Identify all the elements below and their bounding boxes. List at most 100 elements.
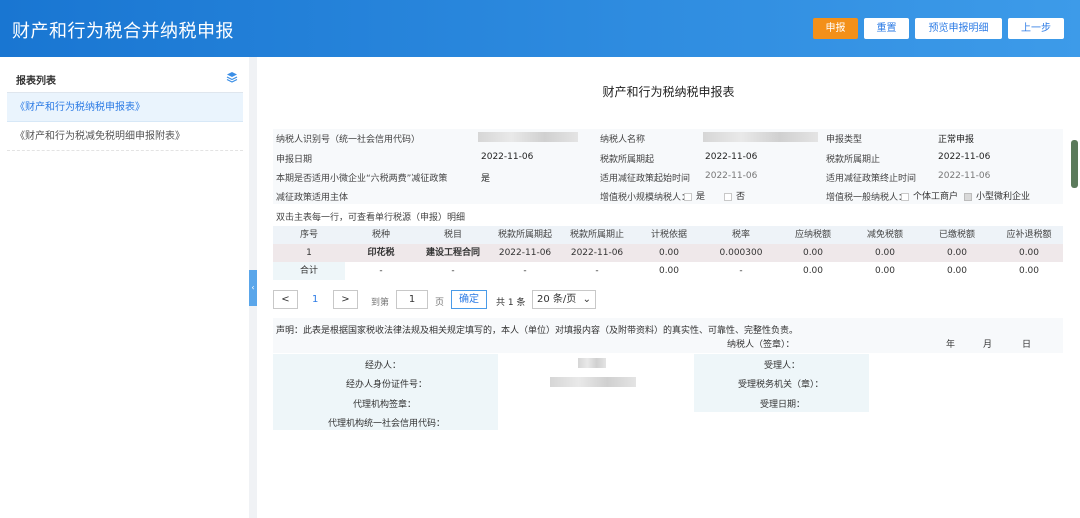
report-date-label: 申报日期 <box>276 155 313 165</box>
policy-start-label: 适用减征政策起始时间 <box>600 174 691 184</box>
small-scale-taxpayer-label: 增值税小规模纳税人： <box>600 193 691 203</box>
individual-business-option[interactable]: 个体工商户 <box>897 189 958 202</box>
small-micro-checkbox[interactable] <box>964 192 972 201</box>
preview-detail-button[interactable]: 预览申报明细 <box>915 18 1002 39</box>
period-end-value: 2022-11-06 <box>938 152 991 162</box>
period-end-label: 税款所属期止 <box>826 155 881 165</box>
declare-button[interactable]: 申报 <box>813 18 858 39</box>
row-cell-6: 0.000300 <box>719 248 763 258</box>
column-header-10: 应补退税额 <box>1006 230 1052 240</box>
agent-id-value <box>550 377 636 387</box>
column-header-7: 应纳税额 <box>794 230 831 240</box>
receive-date-label: 受理日期： <box>760 400 806 410</box>
column-header-9: 已缴税额 <box>938 230 975 240</box>
goto-page-label: 到第 <box>371 298 390 308</box>
total-cell-0: 合计 <box>273 262 345 280</box>
column-header-8: 减免税额 <box>866 230 903 240</box>
back-button[interactable]: 上一步 <box>1008 18 1064 39</box>
individual-business-checkbox[interactable] <box>901 192 909 201</box>
table-row[interactable]: 1 印花税 建设工程合同 2022-11-06 2022-11-06 0.00 0.0003… <box>273 244 1063 262</box>
month-label: 月 <box>983 340 993 350</box>
column-header-0: 序号 <box>299 230 318 240</box>
total-cell-6: - <box>739 266 743 276</box>
declaration-text: 声明：此表是根据国家税收法律法规及相关规定填写的，本人（单位）对填报内容（及附带… <box>276 326 799 336</box>
taxpayer-name-label: 纳税人名称 <box>600 135 646 145</box>
small-micro-text: 小型微利企业 <box>976 192 1031 202</box>
form-title: 财产和行为税纳税申报表 <box>602 85 735 99</box>
collapse-sidebar-handle[interactable]: ‹ <box>249 270 257 306</box>
next-page-button[interactable]: > <box>333 290 358 309</box>
prev-page-button[interactable]: < <box>273 290 298 309</box>
reset-button[interactable]: 重置 <box>864 18 909 39</box>
total-cell-1: - <box>379 266 383 276</box>
layers-icon[interactable] <box>226 71 238 83</box>
small-scale-yes-checkbox[interactable] <box>684 192 692 201</box>
taxpayer-sign-label: 纳税人（签章）： <box>727 340 795 350</box>
taxpayer-id-value <box>478 132 578 142</box>
agency-credit-label: 代理机构统一社会信用代码： <box>328 419 446 429</box>
chevron-down-icon: ⌄ <box>582 294 591 305</box>
column-header-2: 税目 <box>443 230 462 240</box>
small-scale-no-text: 否 <box>736 192 746 202</box>
tax-table-header: 序号 税种 税目 税款所属期起 税款所属期止 计税依据 税率 应纳税额 减免税额 已缴税额 应补退税… <box>273 226 1063 244</box>
row-cell-8: 0.00 <box>874 248 896 258</box>
total-cell-4: - <box>595 266 599 276</box>
sidebar-item-reduction-schedule[interactable]: 《财产和行为税减免税明细申报附表》 <box>7 122 243 151</box>
agency-seal-label: 代理机构签章： <box>353 400 417 410</box>
column-header-3: 税款所属期起 <box>497 230 552 240</box>
six-tax-policy-value: 是 <box>481 174 491 184</box>
year-label: 年 <box>946 340 956 350</box>
small-scale-no-option[interactable]: 否 <box>720 189 745 202</box>
general-taxpayer-label: 增值税一般纳税人： <box>826 193 908 203</box>
policy-start-value: 2022-11-06 <box>705 171 758 181</box>
total-cell-5: 0.00 <box>658 266 680 276</box>
six-tax-policy-label: 本期是否适用小微企业“六税两费”减征政策 <box>276 174 448 184</box>
small-scale-yes-option[interactable]: 是 <box>680 189 705 202</box>
row-cell-3: 2022-11-06 <box>498 248 552 258</box>
row-cell-0: 1 <box>306 248 312 258</box>
sidebar-item-tax-report[interactable]: 《财产和行为税纳税申报表》 <box>7 93 243 122</box>
row-cell-2: 建设工程合同 <box>425 248 480 258</box>
receiver-label: 受理人： <box>764 361 801 371</box>
row-cell-7: 0.00 <box>802 248 824 258</box>
agent-label: 经办人： <box>365 361 402 371</box>
goto-confirm-button[interactable]: 确定 <box>451 290 487 309</box>
taxpayer-id-label: 纳税人识别号（统一社会信用代码） <box>276 135 421 145</box>
main-panel: 财产和行为税纳税申报表 <box>257 57 1080 518</box>
total-cell-9: 0.00 <box>946 266 968 276</box>
receiver-org-label: 受理税务机关（章）： <box>738 380 824 390</box>
policy-subject-label: 减征政策适用主体 <box>276 193 349 203</box>
row-cell-9: 0.00 <box>946 248 968 258</box>
goto-page-input[interactable]: 1 <box>396 290 428 309</box>
report-sidebar: 报表列表 《财产和行为税纳税申报表》 《财产和行为税减免税明细申报附表》 <box>0 57 249 518</box>
page-size-select[interactable]: 20 条/页 ⌄ <box>532 290 596 309</box>
current-page-number[interactable]: 1 <box>312 294 318 305</box>
agent-name-value <box>578 358 606 368</box>
sidebar-title: 报表列表 <box>16 76 56 87</box>
small-micro-option[interactable]: 小型微利企业 <box>960 189 1030 202</box>
total-cell-8: 0.00 <box>874 266 896 276</box>
total-cell-2: - <box>451 266 455 276</box>
page-size-value: 20 条/页 <box>537 294 577 305</box>
agent-id-label: 经办人身份证件号： <box>346 380 428 390</box>
policy-end-label: 适用减征政策终止时间 <box>826 174 917 184</box>
total-cell-7: 0.00 <box>802 266 824 276</box>
total-cell-10: 0.00 <box>1018 266 1040 276</box>
scrollbar-thumb[interactable] <box>1071 140 1078 188</box>
column-header-1: 税种 <box>371 230 390 240</box>
policy-end-value: 2022-11-06 <box>938 171 991 181</box>
column-header-4: 税款所属期止 <box>569 230 624 240</box>
individual-business-text: 个体工商户 <box>913 192 959 202</box>
column-header-6: 税率 <box>731 230 750 240</box>
report-date-value: 2022-11-06 <box>481 152 534 162</box>
row-cell-5: 0.00 <box>658 248 680 258</box>
sidebar-header: 报表列表 <box>7 64 243 93</box>
report-type-value: 正常申报 <box>938 135 975 145</box>
taxpayer-name-value <box>703 132 818 142</box>
small-scale-yes-text: 是 <box>696 192 706 202</box>
small-scale-no-checkbox[interactable] <box>724 192 732 201</box>
period-start-label: 税款所属期起 <box>600 155 655 165</box>
total-count: 共 1 条 <box>496 298 526 308</box>
page-unit-label: 页 <box>435 298 445 308</box>
day-label: 日 <box>1022 340 1032 350</box>
